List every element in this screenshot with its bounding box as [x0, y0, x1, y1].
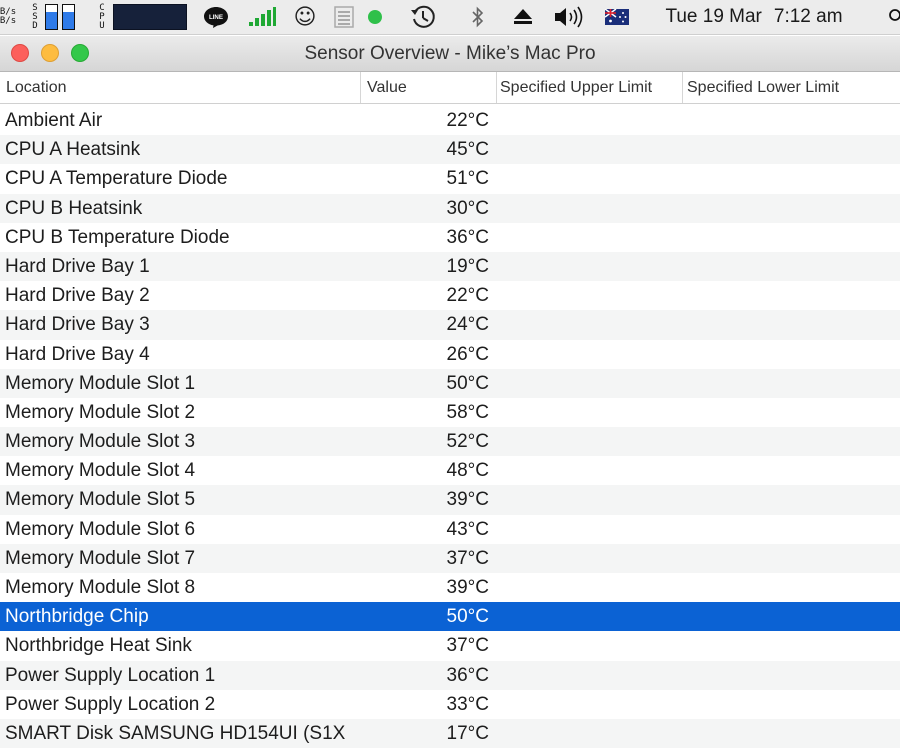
- sensor-location-cell: CPU A Heatsink: [5, 139, 141, 161]
- sensor-value-cell: 51°C: [446, 168, 489, 190]
- table-row[interactable]: Power Supply Location 1 36°C: [0, 660, 900, 690]
- table-row[interactable]: SMART Disk SAMSUNG HD154UI (S1X 17°C: [0, 718, 900, 748]
- sensor-value-cell: 33°C: [446, 693, 489, 715]
- net-download-rate: B/s: [0, 16, 17, 26]
- table-row[interactable]: Memory Module Slot 6 43°C: [0, 515, 900, 544]
- table-row[interactable]: Memory Module Slot 2 58°C: [0, 398, 900, 427]
- sensor-location-cell: Hard Drive Bay 1: [5, 255, 150, 277]
- status-dot-icon[interactable]: [365, 0, 385, 34]
- sensor-value-cell: 39°C: [446, 577, 489, 598]
- clock-day: Tue 19 Mar: [665, 6, 762, 27]
- table-row[interactable]: CPU B Temperature Diode 36°C: [0, 223, 900, 252]
- sensor-value-cell: 48°C: [446, 460, 489, 482]
- sensor-location-cell: Memory Module Slot 7: [5, 547, 196, 569]
- sensor-location-cell: Memory Module Slot 4: [5, 460, 196, 482]
- clock-time: 7:12 am: [773, 6, 843, 27]
- table-row[interactable]: Memory Module Slot 4 48°C: [0, 456, 900, 485]
- cpu-usage-graph[interactable]: [113, 0, 187, 34]
- sensor-table-body: Ambient Air 22°C CPU A Heatsink 45°C CPU A T…: [0, 106, 900, 748]
- sensor-value-cell: 17°C: [446, 722, 489, 744]
- smiley-icon[interactable]: ☺: [291, 0, 319, 34]
- ssd-label: S S D: [32, 2, 38, 31]
- sensor-location-cell: Power Supply Location 1: [5, 664, 216, 686]
- sensor-value-cell: 22°C: [446, 285, 489, 307]
- table-row[interactable]: Memory Module Slot 3 52°C: [0, 427, 900, 457]
- sensor-location-cell: Hard Drive Bay 4: [5, 343, 150, 365]
- sensor-location-cell: Memory Module Slot 8: [5, 577, 196, 598]
- sensor-value-cell: 43°C: [446, 518, 489, 540]
- table-row[interactable]: CPU A Temperature Diode 51°C: [0, 164, 900, 193]
- table-header: Location Value Specified Upper Limit Spe…: [0, 72, 900, 104]
- input-source-flag-icon[interactable]: [604, 0, 630, 34]
- window-title: Sensor Overview - Mike’s Mac Pro: [304, 43, 596, 64]
- sensor-value-cell: 50°C: [446, 372, 489, 394]
- sensor-location-cell: CPU B Heatsink: [5, 197, 143, 219]
- column-header-upper-limit[interactable]: Specified Upper Limit: [496, 72, 682, 103]
- table-row[interactable]: Memory Module Slot 1 50°C: [0, 368, 900, 398]
- table-row[interactable]: CPU A Heatsink 45°C: [0, 135, 900, 165]
- sensor-value-cell: 22°C: [446, 110, 489, 131]
- table-row[interactable]: Hard Drive Bay 2 22°C: [0, 281, 900, 310]
- sensor-value-cell: 36°C: [446, 226, 489, 248]
- bluetooth-icon[interactable]: [468, 0, 488, 34]
- ssd-usage-meter[interactable]: [44, 0, 80, 34]
- sensor-value-cell: 58°C: [446, 401, 489, 423]
- sensor-value-cell: 37°C: [446, 547, 489, 569]
- menu-bar-clock[interactable]: Tue 19 Mar 7:12 am: [650, 0, 870, 34]
- table-row[interactable]: Hard Drive Bay 3 24°C: [0, 310, 900, 340]
- ssd-usage-bar: [45, 4, 58, 30]
- table-row[interactable]: Power Supply Location 2 33°C: [0, 690, 900, 719]
- sensor-location-cell: Northbridge Chip: [5, 606, 149, 628]
- table-row[interactable]: Hard Drive Bay 1 19°C: [0, 251, 900, 282]
- sensor-value-cell: 19°C: [446, 255, 489, 277]
- cpu-label: C P U: [99, 2, 105, 31]
- sensor-location-cell: Memory Module Slot 6: [5, 518, 196, 540]
- table-row[interactable]: Northbridge Chip 50°C: [0, 602, 900, 632]
- table-row[interactable]: Hard Drive Bay 4 26°C: [0, 340, 900, 369]
- stack-menu-icon[interactable]: [331, 0, 357, 34]
- sensor-location-cell: Memory Module Slot 1: [5, 372, 196, 394]
- window-title-bar[interactable]: Sensor Overview - Mike’s Mac Pro: [0, 36, 900, 72]
- time-machine-icon[interactable]: [408, 0, 438, 34]
- ssd-usage-bar: [62, 4, 75, 30]
- menu-bar: B/s B/s S S D C P U LINE ☺ Tue 19 Mar 7:…: [0, 0, 900, 35]
- svg-text:LINE: LINE: [209, 14, 223, 21]
- sensor-location-cell: SMART Disk SAMSUNG HD154UI (S1X: [5, 722, 346, 744]
- signal-strength-icon[interactable]: [247, 0, 277, 34]
- sensor-location-cell: Ambient Air: [5, 110, 103, 131]
- column-header-location[interactable]: Location: [0, 72, 360, 103]
- column-header-lower-limit[interactable]: Specified Lower Limit: [682, 72, 900, 103]
- table-row[interactable]: Memory Module Slot 8 39°C: [0, 573, 900, 602]
- sensor-location-cell: Memory Module Slot 2: [5, 401, 196, 423]
- sensor-location-cell: CPU B Temperature Diode: [5, 226, 230, 248]
- line-app-icon[interactable]: LINE: [203, 0, 229, 34]
- sensor-location-cell: CPU A Temperature Diode: [5, 168, 228, 190]
- network-rate-menu[interactable]: B/s B/s: [0, 0, 16, 34]
- table-row[interactable]: Memory Module Slot 7 37°C: [0, 543, 900, 573]
- sensor-value-cell: 30°C: [446, 197, 489, 219]
- volume-icon[interactable]: [551, 0, 589, 34]
- table-row[interactable]: Memory Module Slot 5 39°C: [0, 485, 900, 515]
- sensor-value-cell: 24°C: [446, 314, 489, 336]
- sensor-value-cell: 37°C: [446, 635, 489, 657]
- sensor-value-cell: 50°C: [446, 606, 489, 628]
- sensor-location-cell: Northbridge Heat Sink: [5, 635, 192, 657]
- table-row[interactable]: Ambient Air 22°C: [0, 106, 900, 135]
- sensor-location-cell: Power Supply Location 2: [5, 693, 216, 715]
- column-header-value[interactable]: Value: [360, 72, 496, 103]
- sensor-location-cell: Memory Module Slot 3: [5, 431, 196, 453]
- sensor-value-cell: 45°C: [446, 139, 489, 161]
- sensor-location-cell: Hard Drive Bay 3: [5, 314, 150, 336]
- sensor-location-cell: Hard Drive Bay 2: [5, 285, 150, 307]
- sensor-value-cell: 39°C: [446, 489, 489, 511]
- eject-icon[interactable]: [512, 0, 534, 34]
- table-row[interactable]: Northbridge Heat Sink 37°C: [0, 631, 900, 660]
- table-row[interactable]: CPU B Heatsink 30°C: [0, 193, 900, 223]
- sensor-value-cell: 52°C: [446, 431, 489, 453]
- spotlight-search-icon[interactable]: [886, 0, 900, 34]
- sensor-location-cell: Memory Module Slot 5: [5, 489, 196, 511]
- sensor-value-cell: 36°C: [446, 664, 489, 686]
- sensor-value-cell: 26°C: [446, 343, 489, 365]
